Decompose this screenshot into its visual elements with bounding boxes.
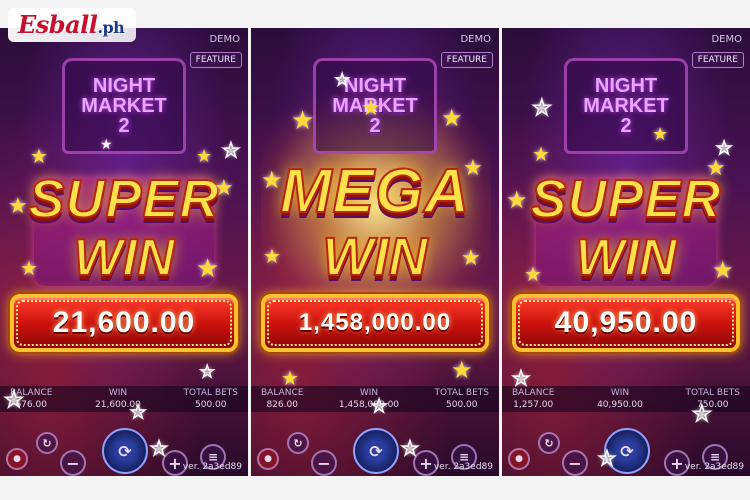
star-outline-icon: ★: [400, 436, 419, 460]
win-amount-banner: 1,458,000.00: [261, 294, 489, 352]
star-icon: ★: [291, 106, 315, 136]
total-bets-value: 500.00: [195, 400, 227, 410]
demo-label: DEMO: [460, 34, 491, 45]
spin-icon[interactable]: ⟳: [353, 428, 399, 474]
star-outline-icon: ★: [221, 138, 240, 162]
autoplay-icon[interactable]: ↻: [287, 432, 309, 454]
win-title-line-1: SUPER: [27, 168, 220, 230]
win-amount: 40,950.00: [554, 306, 698, 339]
star-icon: ★: [30, 144, 48, 168]
star-icon: ★: [461, 246, 481, 271]
total-bets-label: TOTAL BETS: [434, 388, 489, 398]
demo-label: DEMO: [711, 34, 742, 45]
star-outline-icon: ★: [691, 402, 712, 427]
autoplay-icon[interactable]: ↻: [36, 432, 58, 454]
record-icon[interactable]: ●: [508, 448, 530, 470]
esball-logo: Esball.ph: [8, 8, 137, 42]
star-icon: ★: [8, 194, 28, 219]
stats-bar: BALANCE 1,257.00 WIN 40,950.00 TOTAL BETS 7…: [502, 386, 750, 412]
star-icon: ★: [214, 176, 234, 201]
sign-line-2: MARKET: [81, 95, 167, 117]
win-amount-banner: 21,600.00: [10, 294, 238, 352]
star-outline-icon: ★: [511, 366, 530, 390]
total-bets-label: TOTAL BETS: [183, 388, 238, 398]
star-icon: ★: [706, 156, 726, 181]
total-bets-stat: TOTAL BETS 500.00: [435, 386, 489, 412]
game-panel-mega-win: DEMO FEATURE NIGHT MARKET 2 MEGA WIN 1,4…: [251, 28, 499, 476]
night-market-sign: NIGHT MARKET 2: [564, 58, 688, 154]
star-icon: ★: [463, 156, 483, 181]
win-stat: WIN 1,458,000.00: [339, 386, 399, 412]
balance-value: 1,257.00: [513, 400, 554, 410]
star-icon: ★: [652, 124, 669, 145]
minus-icon[interactable]: −: [311, 450, 337, 476]
total-bets-label: TOTAL BETS: [685, 388, 740, 398]
win-amount-banner: 40,950.00: [512, 294, 740, 352]
total-bets-value: 500.00: [446, 400, 478, 410]
logo-suffix: .ph: [97, 18, 125, 37]
win-title-line-1: MEGA: [279, 156, 470, 227]
win-amount: 1,458,000.00: [298, 309, 452, 336]
logo-brand: Esball: [18, 10, 98, 39]
feature-button[interactable]: FEATURE: [440, 52, 493, 68]
minus-icon[interactable]: −: [60, 450, 86, 476]
sign-line-1: NIGHT: [594, 75, 658, 97]
star-icon: ★: [263, 244, 281, 268]
total-bets-stat: TOTAL BETS 500.00: [184, 386, 238, 412]
star-outline-icon: ★: [149, 436, 168, 460]
game-panel-super-win-1: DEMO FEATURE NIGHT MARKET 2 SUPER WIN 21…: [0, 28, 248, 476]
star-icon: ★: [524, 262, 542, 286]
star-outline-icon: ★: [531, 96, 552, 121]
spin-icon[interactable]: ⟳: [102, 428, 148, 474]
win-amount: 21,600.00: [52, 306, 196, 339]
star-outline-icon: ★: [334, 70, 350, 89]
star-outline-icon: ★: [597, 446, 616, 470]
star-outline-icon: ★: [715, 138, 733, 159]
win-label: WIN: [359, 388, 379, 398]
star-icon: ★: [20, 256, 38, 280]
star-outline-icon: ★: [199, 362, 215, 381]
record-icon[interactable]: ●: [6, 448, 28, 470]
star-icon: ★: [451, 356, 473, 384]
sign-line-2: MARKET: [583, 95, 669, 117]
game-panel-super-win-2: DEMO FEATURE NIGHT MARKET 2 SUPER WIN 40…: [502, 28, 750, 476]
win-value: 1,458,000.00: [338, 400, 400, 410]
night-market-sign: NIGHT MARKET 2: [62, 58, 186, 154]
minus-icon[interactable]: −: [562, 450, 588, 476]
star-icon: ★: [441, 104, 463, 132]
star-icon: ★: [196, 146, 213, 167]
sign-line-1: NIGHT: [92, 75, 156, 97]
sign-line-3: 2: [620, 115, 632, 137]
win-stat: WIN 40,950.00: [597, 386, 643, 412]
star-icon: ★: [532, 142, 550, 166]
win-label: WIN: [610, 388, 630, 398]
star-icon: ★: [712, 256, 734, 284]
record-icon[interactable]: ●: [257, 448, 279, 470]
feature-button[interactable]: FEATURE: [691, 52, 744, 68]
demo-label: DEMO: [209, 34, 240, 45]
balance-value: 826.00: [266, 400, 298, 410]
star-outline-icon: ★: [3, 388, 24, 413]
version-label: ver. 2a3ed89: [182, 462, 242, 472]
win-value: 40,950.00: [597, 400, 643, 410]
win-label: WIN: [108, 388, 128, 398]
game-screenshots: DEMO FEATURE NIGHT MARKET 2 SUPER WIN 21…: [0, 0, 750, 500]
sign-line-1: NIGHT: [343, 75, 407, 97]
autoplay-icon[interactable]: ↻: [538, 432, 560, 454]
star-icon: ★: [361, 96, 381, 121]
star-icon: ★: [281, 366, 299, 390]
feature-button[interactable]: FEATURE: [189, 52, 242, 68]
star-icon: ★: [261, 166, 283, 194]
stats-bar: BALANCE 676.00 WIN 21,600.00 TOTAL BETS 500…: [0, 386, 248, 412]
star-outline-icon: ★: [370, 396, 388, 417]
star-icon: ★: [100, 137, 113, 153]
version-label: ver. 2a3ed89: [684, 462, 744, 472]
star-icon: ★: [196, 254, 220, 284]
star-icon: ★: [506, 186, 528, 214]
sign-line-3: 2: [118, 115, 130, 137]
star-outline-icon: ★: [129, 402, 147, 423]
version-label: ver. 2a3ed89: [433, 462, 493, 472]
